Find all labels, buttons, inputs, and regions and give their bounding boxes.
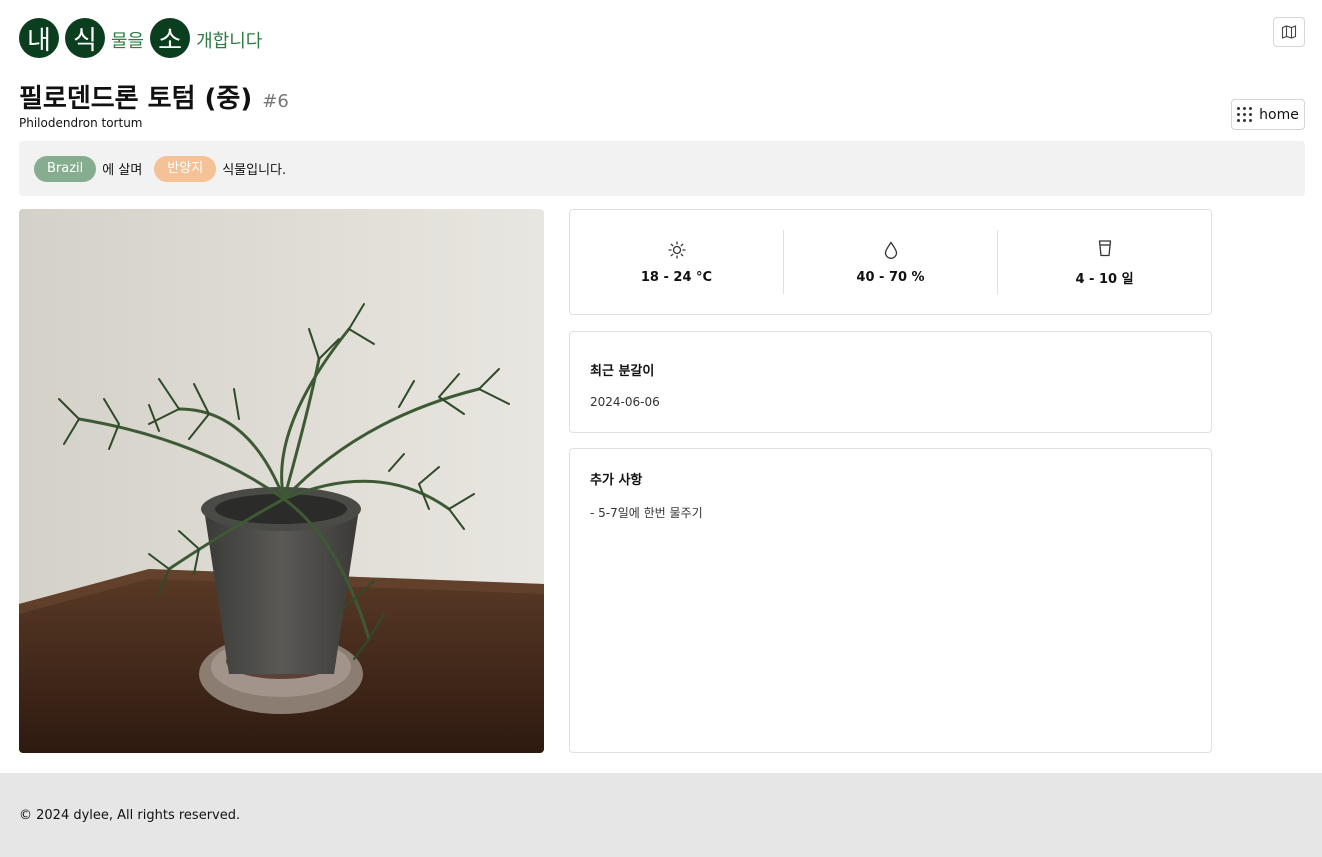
watering-item: 4 - 10 일 — [997, 230, 1211, 294]
plant-title-row: 필로덴드론 토텀 (중) #6 — [19, 78, 289, 115]
humidity-item: 40 - 70 % — [783, 230, 997, 294]
plant-photo — [19, 209, 544, 753]
origin-badge: Brazil — [34, 155, 97, 182]
plant-number: #6 — [262, 91, 289, 112]
repot-date: 2024-06-06 — [590, 395, 660, 409]
plant-scientific-name: Philodendron tortum — [19, 116, 143, 130]
watering-value: 4 - 10 일 — [1075, 271, 1134, 287]
map-button[interactable] — [1273, 17, 1305, 47]
temperature-item: 18 - 24 °C — [570, 230, 783, 294]
map-icon — [1281, 25, 1297, 39]
origin-suffix: 에 살며 — [102, 163, 143, 178]
grid-dots-icon — [1237, 107, 1253, 122]
plant-info-bar: Brazil 에 살며 반양지 식물입니다. — [19, 141, 1305, 196]
notes-title: 추가 사항 — [590, 473, 643, 488]
sun-icon — [667, 240, 686, 259]
logo-char-3: 소 — [150, 18, 191, 58]
logo-char-1: 내 — [19, 18, 59, 58]
site-footer: © 2024 dylee, All rights reserved. — [0, 773, 1322, 857]
site-logo[interactable]: 내 식 물을 소 개합니다 — [19, 18, 268, 58]
copyright-text: © 2024 dylee, All rights reserved. — [19, 807, 241, 823]
repot-title: 최근 분갈이 — [590, 364, 655, 379]
additional-notes-card: 추가 사항 - 5-7일에 한번 물주기 — [569, 448, 1212, 753]
logo-char-2: 식 — [65, 18, 105, 58]
plant-name: 필로덴드론 토텀 (중) — [19, 84, 253, 114]
temperature-value: 18 - 24 °C — [640, 269, 713, 285]
home-button[interactable]: home — [1231, 99, 1305, 130]
logo-text-1: 물을 — [111, 31, 145, 52]
logo-text-2: 개합니다 — [196, 31, 263, 52]
recent-repot-card: 최근 분갈이 2024-06-06 — [569, 331, 1212, 433]
humidity-value: 40 - 70 % — [856, 269, 925, 285]
care-conditions-card: 18 - 24 °C 40 - 70 % 4 - 10 일 — [569, 209, 1212, 315]
water-drop-icon — [884, 240, 897, 259]
light-suffix: 식물입니다. — [222, 163, 287, 178]
home-button-label: home — [1259, 106, 1299, 123]
notes-body: - 5-7일에 한번 물주기 — [590, 506, 703, 520]
cup-icon — [1098, 239, 1111, 256]
light-badge: 반양지 — [154, 155, 217, 182]
site-header: 내 식 물을 소 개합니다 — [19, 17, 268, 59]
